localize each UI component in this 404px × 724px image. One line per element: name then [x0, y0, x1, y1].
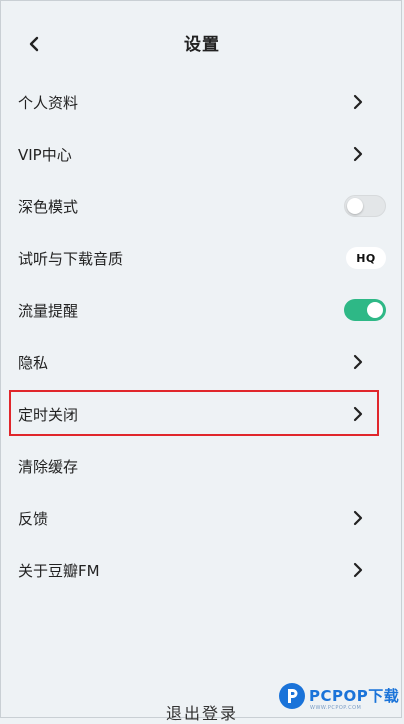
settings-item-privacy[interactable]: 隐私: [0, 336, 404, 388]
quality-badge: HQ: [346, 247, 386, 269]
settings-item-vip[interactable]: VIP中心: [0, 128, 404, 180]
chevron-right-icon: [353, 146, 363, 162]
chevron-right-icon: [353, 354, 363, 370]
settings-item-about[interactable]: 关于豆瓣FM: [0, 544, 404, 596]
settings-item-label: 关于豆瓣FM: [18, 561, 100, 580]
settings-item-label: 流量提醒: [18, 301, 79, 320]
settings-item-profile[interactable]: 个人资料: [0, 76, 404, 128]
chevron-right-icon: [353, 94, 363, 110]
settings-item-label: 反馈: [18, 509, 49, 528]
settings-item-data-alert: 流量提醒: [0, 284, 404, 336]
settings-item-audio-quality[interactable]: 试听与下载音质 HQ: [0, 232, 404, 284]
settings-item-label: 隐私: [18, 353, 49, 372]
settings-item-label: 定时关闭: [18, 405, 79, 424]
data-alert-toggle[interactable]: [344, 299, 386, 321]
p-logo-icon: [288, 689, 298, 703]
chevron-right-icon: [353, 562, 363, 578]
chevron-right-icon: [353, 510, 363, 526]
page-title: 设置: [184, 35, 220, 55]
settings-item-label: 深色模式: [18, 197, 79, 216]
watermark-subtext: WWW.PCPOP.COM: [310, 705, 362, 711]
dark-mode-toggle[interactable]: [344, 195, 386, 217]
settings-item-label: 清除缓存: [18, 457, 79, 476]
settings-item-label: 试听与下载音质: [18, 249, 124, 268]
chevron-right-icon: [353, 406, 363, 422]
toggle-knob: [347, 198, 363, 214]
settings-item-sleep-timer[interactable]: 定时关闭: [0, 388, 404, 440]
watermark: PCPOP下载 WWW.PCPOP.COM: [279, 683, 403, 719]
settings-item-label: VIP中心: [18, 145, 72, 164]
settings-item-dark-mode: 深色模式: [0, 180, 404, 232]
watermark-logo-icon: [279, 683, 305, 709]
watermark-text: PCPOP下载: [309, 687, 400, 705]
settings-item-clear-cache[interactable]: 清除缓存: [0, 440, 404, 492]
settings-item-label: 个人资料: [18, 93, 79, 112]
header: 设置: [0, 20, 404, 70]
toggle-knob: [367, 302, 383, 318]
settings-item-feedback[interactable]: 反馈: [0, 492, 404, 544]
